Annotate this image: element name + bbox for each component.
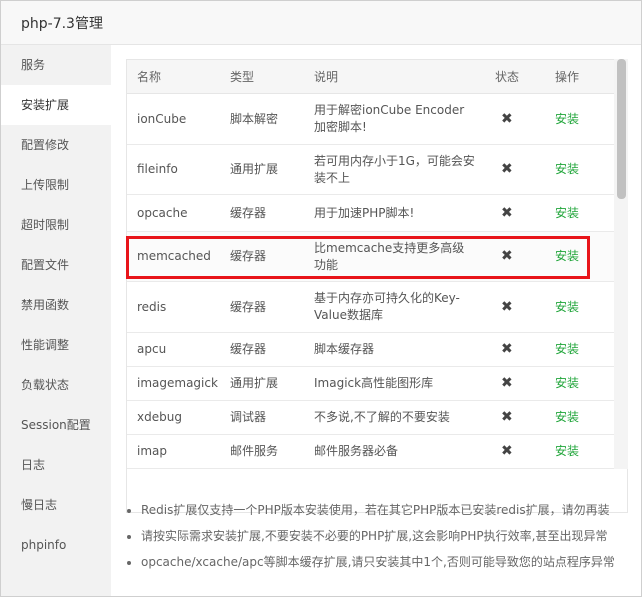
note-item: Redis扩展仅支持一个PHP版本安装使用，若在其它PHP版本已安装redis扩… bbox=[141, 497, 641, 523]
sidebar-item-timeout-limit[interactable]: 超时限制 bbox=[1, 205, 111, 245]
note-item: 请按实际需求安装扩展,不要安装不必要的PHP扩展,这会影响PHP执行效率,甚至出… bbox=[141, 523, 641, 549]
sidebar-item-config-file[interactable]: 配置文件 bbox=[1, 245, 111, 285]
dialog-titlebar: php-7.3管理 bbox=[1, 1, 641, 45]
dialog-title: php-7.3管理 bbox=[21, 16, 103, 32]
install-button[interactable]: 安装 bbox=[555, 410, 579, 424]
x-icon: ✖ bbox=[501, 409, 513, 425]
ext-desc: Imagick高性能图形库 bbox=[304, 366, 485, 401]
x-icon: ✖ bbox=[501, 248, 513, 264]
ext-name: apcu bbox=[127, 332, 220, 367]
sidebar-item-service[interactable]: 服务 bbox=[1, 45, 111, 85]
x-icon: ✖ bbox=[501, 341, 513, 357]
table-row: apcu 缓存器 脚本缓存器 ✖ 安装 bbox=[127, 332, 627, 367]
ext-type: 通用扩展 bbox=[220, 144, 304, 195]
extensions-table-container[interactable]: 名称 类型 说明 状态 操作 ionCube 脚本解密 用于解密ionCube … bbox=[126, 59, 628, 513]
sidebar-item-load-status[interactable]: 负载状态 bbox=[1, 365, 111, 405]
sidebar-item-phpinfo[interactable]: phpinfo bbox=[1, 525, 111, 565]
sidebar-item-session-config[interactable]: Session配置 bbox=[1, 405, 111, 445]
ext-type: 邮件服务 bbox=[220, 434, 304, 469]
sidebar-item-slow-log[interactable]: 慢日志 bbox=[1, 485, 111, 525]
table-row: imagemagick 通用扩展 Imagick高性能图形库 ✖ 安装 bbox=[127, 366, 627, 401]
x-icon: ✖ bbox=[501, 443, 513, 459]
ext-desc: 脚本缓存器 bbox=[304, 332, 485, 367]
ext-name: opcache bbox=[127, 194, 220, 232]
ext-type: 缓存器 bbox=[220, 332, 304, 367]
x-icon: ✖ bbox=[501, 110, 513, 127]
ext-desc: 邮件服务器必备 bbox=[304, 434, 485, 469]
ext-desc: 用于加速PHP脚本! bbox=[304, 194, 485, 232]
ext-type: 调试器 bbox=[220, 400, 304, 435]
table-row: redis 缓存器 基于内存亦可持久化的Key-Value数据库 ✖ 安装 bbox=[127, 281, 627, 333]
header-name: 名称 bbox=[127, 60, 220, 94]
sidebar-item-log[interactable]: 日志 bbox=[1, 445, 111, 485]
php-manager-dialog: php-7.3管理 服务 安装扩展 配置修改 上传限制 超时限制 配置文件 禁用… bbox=[0, 0, 642, 597]
install-button[interactable]: 安装 bbox=[555, 206, 579, 220]
ext-type: 缓存器 bbox=[220, 281, 304, 333]
header-desc: 说明 bbox=[304, 60, 485, 94]
install-button[interactable]: 安装 bbox=[555, 112, 579, 126]
ext-name: imap bbox=[127, 434, 220, 469]
x-icon: ✖ bbox=[501, 298, 513, 315]
ext-type: 缓存器 bbox=[220, 231, 304, 282]
scrollbar-thumb[interactable] bbox=[617, 59, 626, 199]
header-type: 类型 bbox=[220, 60, 304, 94]
table-row: fileinfo 通用扩展 若可用内存小于1G，可能会安装不上 ✖ 安装 bbox=[127, 144, 627, 195]
sidebar-item-config-edit[interactable]: 配置修改 bbox=[1, 125, 111, 165]
ext-desc: 若可用内存小于1G，可能会安装不上 bbox=[304, 144, 485, 195]
install-button[interactable]: 安装 bbox=[555, 376, 579, 390]
sidebar-item-install-extensions[interactable]: 安装扩展 bbox=[1, 85, 111, 125]
ext-name: imagemagick bbox=[127, 366, 220, 401]
table-row: imap 邮件服务 邮件服务器必备 ✖ 安装 bbox=[127, 434, 627, 469]
note-item: opcache/xcache/apc等脚本缓存扩展,请只安装其中1个,否则可能导… bbox=[141, 549, 641, 575]
main-content: 名称 类型 说明 状态 操作 ionCube 脚本解密 用于解密ionCube … bbox=[111, 45, 641, 596]
extensions-table: 名称 类型 说明 状态 操作 ionCube 脚本解密 用于解密ionCube … bbox=[127, 60, 627, 469]
ext-type: 脚本解密 bbox=[220, 93, 304, 145]
ext-name: fileinfo bbox=[127, 144, 220, 195]
ext-name: memcached bbox=[127, 231, 220, 282]
table-scrollbar[interactable] bbox=[614, 59, 628, 469]
table-row: opcache 缓存器 用于加速PHP脚本! ✖ 安装 bbox=[127, 194, 627, 232]
ext-name: ionCube bbox=[127, 93, 220, 145]
install-button[interactable]: 安装 bbox=[555, 162, 579, 176]
sidebar-item-disabled-functions[interactable]: 禁用函数 bbox=[1, 285, 111, 325]
table-row: ionCube 脚本解密 用于解密ionCube Encoder加密脚本! ✖ … bbox=[127, 93, 627, 145]
ext-desc: 不多说,不了解的不要安装 bbox=[304, 400, 485, 435]
sidebar: 服务 安装扩展 配置修改 上传限制 超时限制 配置文件 禁用函数 性能调整 负载… bbox=[1, 45, 111, 596]
table-row: xdebug 调试器 不多说,不了解的不要安装 ✖ 安装 bbox=[127, 400, 627, 435]
table-header-row: 名称 类型 说明 状态 操作 bbox=[127, 60, 627, 94]
sidebar-item-upload-limit[interactable]: 上传限制 bbox=[1, 165, 111, 205]
table-row-memcached: memcached 缓存器 比memcache支持更多高级功能 ✖ 安装 bbox=[127, 231, 627, 282]
ext-name: xdebug bbox=[127, 400, 220, 435]
ext-desc: 用于解密ionCube Encoder加密脚本! bbox=[304, 93, 485, 145]
notes-list: Redis扩展仅支持一个PHP版本安装使用，若在其它PHP版本已安装redis扩… bbox=[123, 497, 641, 575]
ext-desc: 基于内存亦可持久化的Key-Value数据库 bbox=[304, 281, 485, 333]
sidebar-item-performance[interactable]: 性能调整 bbox=[1, 325, 111, 365]
x-icon: ✖ bbox=[501, 204, 513, 221]
x-icon: ✖ bbox=[501, 375, 513, 391]
install-button[interactable]: 安装 bbox=[555, 342, 579, 356]
install-button[interactable]: 安装 bbox=[555, 249, 579, 263]
ext-desc: 比memcache支持更多高级功能 bbox=[304, 231, 485, 282]
x-icon: ✖ bbox=[501, 161, 513, 177]
ext-type: 缓存器 bbox=[220, 194, 304, 232]
ext-type: 通用扩展 bbox=[220, 366, 304, 401]
ext-name: redis bbox=[127, 281, 220, 333]
header-state: 状态 bbox=[485, 60, 545, 94]
install-button[interactable]: 安装 bbox=[555, 444, 579, 458]
install-button[interactable]: 安装 bbox=[555, 300, 579, 314]
